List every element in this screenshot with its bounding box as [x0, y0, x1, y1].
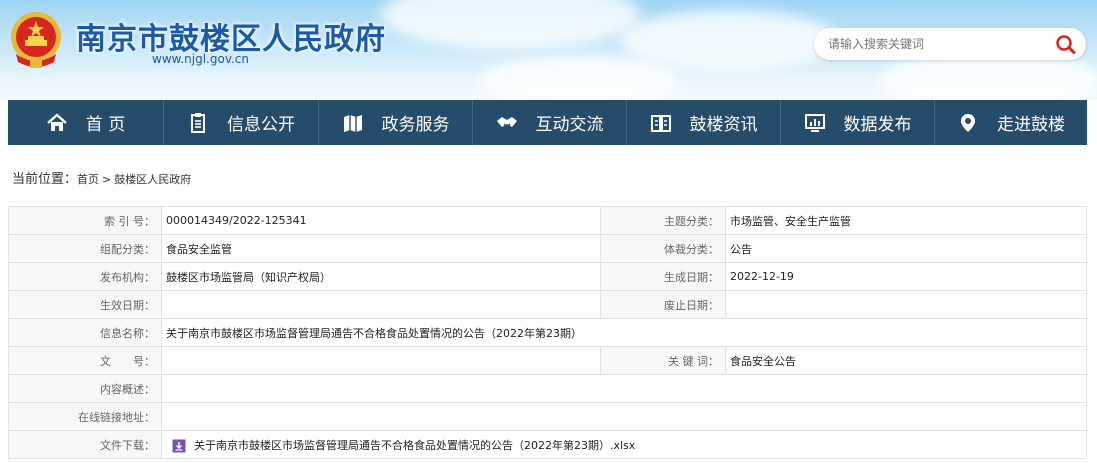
nav-item-label: 政务服务	[381, 115, 450, 135]
name-label: 信息名称：	[8, 318, 162, 347]
table-row: 索 引 号： 000014349/2022-125341 主题分类： 市场监管、…	[8, 206, 1087, 235]
group-value: 食品安全监管	[161, 234, 601, 263]
genre-label: 体裁分类：	[600, 234, 726, 263]
created-label: 生成日期：	[600, 262, 726, 291]
nav-item-gov-services[interactable]: 政务服务	[319, 100, 473, 145]
book-icon	[650, 114, 671, 132]
breadcrumb-separator: >	[102, 173, 112, 186]
download-icon[interactable]	[172, 439, 186, 453]
table-row: 发布机构： 鼓楼区市场监管局（知识产权局） 生成日期： 2022-12-19	[8, 262, 1087, 291]
location-icon	[961, 113, 975, 132]
nav-item-label: 数据发布	[843, 115, 912, 135]
main-nav: 首 页 信息公开 政务服务 互动交流 鼓楼资讯 数据发布 走进鼓楼	[8, 100, 1087, 145]
download-label: 文件下载：	[8, 430, 162, 459]
document-icon	[191, 112, 205, 133]
table-row: 文件下载： 关于南京市鼓楼区市场监督管理局通告不合格食品处置情况的公告（2022…	[8, 430, 1087, 459]
site-url: www.njgl.gov.cn	[152, 52, 250, 66]
nav-item-label: 互动交流	[535, 115, 604, 135]
keyword-value: 食品安全公告	[725, 346, 1087, 375]
nav-item-label: 首 页	[85, 115, 126, 135]
docno-value	[161, 346, 601, 375]
nav-item-label: 走进鼓楼	[997, 115, 1065, 135]
keyword-label: 关 键 词：	[600, 346, 726, 375]
nav-item-home[interactable]: 首 页	[8, 100, 164, 145]
cloud-decoration	[620, 10, 840, 70]
issuer-label: 发布机构：	[8, 262, 162, 291]
effective-value	[161, 290, 601, 319]
content-area: 当前位置：首页 > 鼓楼区人民政府 索 引 号： 000014349/2022-12…	[8, 145, 1087, 463]
national-emblem-icon	[11, 12, 61, 68]
summary-value	[161, 374, 1087, 403]
monitor-icon	[804, 113, 825, 132]
docno-label: 文 号：	[8, 346, 162, 375]
group-label: 组配分类：	[8, 234, 162, 263]
document-metadata-table: 索 引 号： 000014349/2022-125341 主题分类： 市场监管、…	[8, 206, 1087, 459]
link-label: 在线链接地址：	[8, 402, 162, 431]
breadcrumb-current-link[interactable]: 鼓楼区人民政府	[114, 173, 191, 186]
table-row: 信息名称： 关于南京市鼓楼区市场监督管理局通告不合格食品处置情况的公告（2022…	[8, 318, 1087, 347]
topic-value: 市场监管、安全生产监管	[725, 206, 1087, 235]
handshake-icon	[496, 116, 517, 128]
index-value: 000014349/2022-125341	[161, 206, 601, 235]
nav-item-about-gulou[interactable]: 走进鼓楼	[935, 100, 1087, 145]
genre-value: 公告	[725, 234, 1087, 263]
breadcrumb-home-link[interactable]: 首页	[77, 173, 99, 186]
home-icon	[46, 113, 67, 131]
name-value: 关于南京市鼓楼区市场监督管理局通告不合格食品处置情况的公告（2022年第23期）	[161, 318, 1087, 347]
map-icon	[343, 114, 362, 132]
expire-value	[725, 290, 1087, 319]
created-value: 2022-12-19	[725, 262, 1087, 291]
download-cell: 关于南京市鼓楼区市场监督管理局通告不合格食品处置情况的公告（2022年第23期）…	[161, 430, 1087, 459]
table-row: 组配分类： 食品安全监管 体裁分类： 公告	[8, 234, 1087, 263]
breadcrumb-label: 当前位置：	[12, 172, 78, 187]
nav-item-interaction[interactable]: 互动交流	[473, 100, 627, 145]
effective-label: 生效日期：	[8, 290, 162, 319]
breadcrumb: 当前位置：首页 > 鼓楼区人民政府	[12, 168, 191, 187]
table-row: 在线链接地址：	[8, 402, 1087, 431]
table-row: 生效日期： 废止日期：	[8, 290, 1087, 319]
site-header: 南京市鼓楼区人民政府 www.njgl.gov.cn	[0, 0, 1097, 100]
nav-item-info-disclosure[interactable]: 信息公开	[164, 100, 319, 145]
nav-item-gulou-news[interactable]: 鼓楼资讯	[627, 100, 781, 145]
cloud-decoration	[480, 55, 680, 100]
table-row: 内容概述：	[8, 374, 1087, 403]
topic-label: 主题分类：	[600, 206, 726, 235]
download-file-link[interactable]: 关于南京市鼓楼区市场监督管理局通告不合格食品处置情况的公告（2022年第23期）…	[194, 439, 635, 452]
nav-item-label: 鼓楼资讯	[689, 115, 758, 135]
search-box	[814, 28, 1086, 60]
table-row: 文 号： 关 键 词： 食品安全公告	[8, 346, 1087, 375]
link-value	[161, 402, 1087, 431]
issuer-value: 鼓楼区市场监管局（知识产权局）	[161, 262, 601, 291]
expire-label: 废止日期：	[600, 290, 726, 319]
index-label: 索 引 号：	[8, 206, 162, 235]
search-input[interactable]	[828, 34, 1048, 54]
search-icon[interactable]	[1055, 34, 1077, 54]
cloud-decoration	[380, 0, 640, 50]
summary-label: 内容概述：	[8, 374, 162, 403]
nav-item-data-release[interactable]: 数据发布	[781, 100, 935, 145]
nav-item-label: 信息公开	[227, 115, 295, 135]
